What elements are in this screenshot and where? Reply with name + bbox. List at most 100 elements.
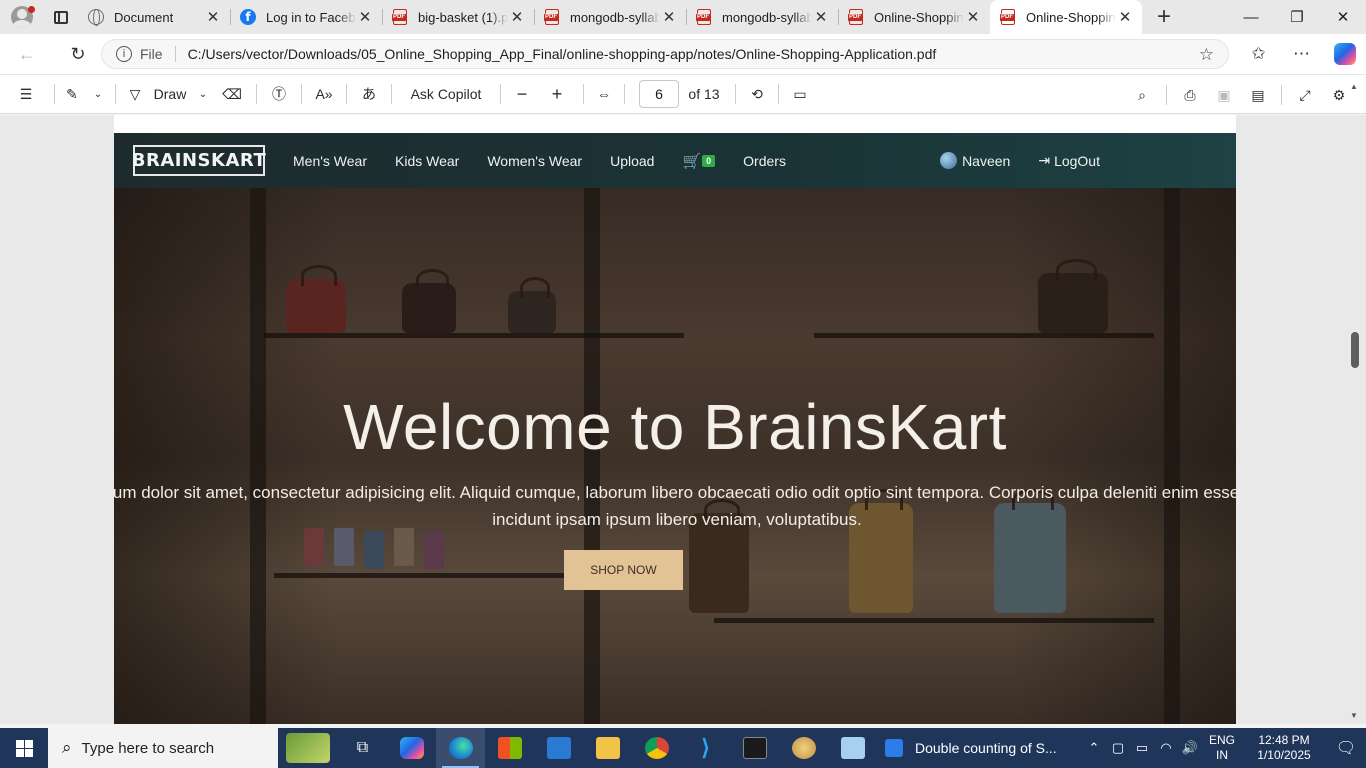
battery-icon[interactable]: ▭: [1130, 740, 1154, 756]
highlight-icon[interactable]: ✎: [57, 74, 87, 114]
print-icon[interactable]: ⎙: [1173, 75, 1207, 115]
tab-online-shopping-active[interactable]: Online-Shopping ✕: [990, 0, 1142, 34]
brand-logo[interactable]: BRAINSKART: [132, 145, 266, 176]
favorite-star-icon[interactable]: ☆: [1199, 45, 1214, 65]
notifications-icon[interactable]: 🗨: [1326, 738, 1366, 758]
page-number-input[interactable]: 6: [639, 80, 679, 108]
refresh-icon[interactable]: ↻: [58, 34, 98, 74]
microsoft-store-icon[interactable]: [485, 728, 534, 768]
chevron-down-icon[interactable]: ⌄: [192, 74, 214, 114]
text-box-icon[interactable]: Ⓣ: [263, 74, 295, 114]
tab-actions-button[interactable]: [44, 0, 78, 34]
logout-link[interactable]: ⇥ LogOut: [1038, 152, 1100, 169]
pdf-scrollbar[interactable]: ▲ ▼: [1349, 80, 1361, 724]
tab-close-icon[interactable]: ✕: [356, 8, 374, 26]
restore-icon[interactable]: ❐: [1274, 0, 1320, 34]
contents-list-icon[interactable]: ☰: [0, 74, 52, 114]
rotate-icon[interactable]: ⟲: [742, 74, 772, 114]
start-button[interactable]: [0, 728, 48, 768]
handbag-image: [508, 277, 556, 333]
tab-close-icon[interactable]: ✕: [660, 8, 678, 26]
clock[interactable]: 12:48 PM 1/10/2025: [1242, 733, 1326, 763]
scrollbar-thumb[interactable]: [1351, 332, 1359, 368]
task-view-icon[interactable]: ⧉: [338, 728, 387, 768]
nav-womens-wear[interactable]: Women's Wear: [487, 153, 582, 169]
close-window-icon[interactable]: ✕: [1320, 0, 1366, 34]
store-shelf: [264, 333, 684, 338]
file-explorer-icon[interactable]: [583, 728, 632, 768]
volume-icon[interactable]: 🔊: [1178, 740, 1202, 756]
user-avatar: [940, 152, 958, 169]
tab-close-icon[interactable]: ✕: [508, 8, 526, 26]
pdf-icon: [1000, 9, 1016, 25]
window-controls: — ❐ ✕: [1228, 0, 1366, 34]
site-navbar: BRAINSKART Men's Wear Kids Wear Women's …: [114, 133, 1236, 188]
scroll-up-icon[interactable]: ▲: [1350, 82, 1358, 91]
windows-logo-icon: [15, 739, 33, 757]
wifi-icon[interactable]: ◠: [1154, 740, 1178, 756]
draw-button[interactable]: Draw: [148, 74, 192, 114]
translate-icon[interactable]: あ: [353, 74, 385, 114]
zoom-out-icon[interactable]: −: [507, 74, 537, 114]
more-menu-icon[interactable]: ⋯: [1280, 34, 1323, 74]
save-as-icon[interactable]: ▤: [1241, 75, 1275, 115]
minimize-icon[interactable]: —: [1228, 0, 1274, 34]
new-tab-button[interactable]: +: [1142, 3, 1186, 31]
pdf-icon: [544, 9, 560, 25]
draw-icon[interactable]: ▽: [122, 74, 148, 114]
tab-close-icon[interactable]: ✕: [964, 8, 982, 26]
tab-close-icon[interactable]: ✕: [1116, 8, 1134, 26]
tab-mongodb-2[interactable]: mongodb-syllabus ✕: [686, 0, 838, 34]
mail-icon[interactable]: [534, 728, 583, 768]
read-aloud-icon[interactable]: A»: [308, 74, 340, 114]
copilot-app-icon[interactable]: [387, 728, 436, 768]
taskbar-running-app[interactable]: Double counting of S...: [877, 728, 1067, 768]
tab-online-shopping-1[interactable]: Online-Shopping ✕: [838, 0, 990, 34]
terminal-icon[interactable]: [730, 728, 779, 768]
nav-upload[interactable]: Upload: [610, 153, 654, 169]
edge-browser-icon[interactable]: [436, 728, 485, 768]
search-highlight-icon[interactable]: [278, 728, 338, 768]
handbag-image: [286, 265, 346, 333]
shop-now-button[interactable]: SHOP NOW: [564, 550, 683, 590]
paint-icon[interactable]: [779, 728, 828, 768]
pdf-icon: [696, 9, 712, 25]
fit-width-icon[interactable]: ⇔: [590, 74, 618, 114]
tab-mongodb-1[interactable]: mongodb-syllabus ✕: [534, 0, 686, 34]
eraser-icon[interactable]: ⌫: [214, 74, 250, 114]
copilot-icon[interactable]: [1323, 34, 1366, 74]
address-bar[interactable]: i File C:/Users/vector/Downloads/05_Onli…: [101, 39, 1229, 69]
page-view-icon[interactable]: ▭: [785, 74, 815, 114]
tab-big-basket[interactable]: big-basket (1).pdf ✕: [382, 0, 534, 34]
tab-document[interactable]: Document ✕: [78, 0, 230, 34]
nav-mens-wear[interactable]: Men's Wear: [293, 153, 367, 169]
back-arrow-icon[interactable]: ←: [7, 34, 47, 74]
user-name[interactable]: Naveen: [962, 153, 1010, 169]
tab-facebook[interactable]: f Log in to Facebook ✕: [230, 0, 382, 34]
chevron-up-icon[interactable]: ⌃: [1082, 740, 1106, 756]
profile-button[interactable]: [0, 0, 44, 34]
nav-kids-wear[interactable]: Kids Wear: [395, 153, 459, 169]
url-text[interactable]: C:/Users/vector/Downloads/05_Online_Shop…: [188, 46, 937, 62]
vscode-icon[interactable]: ⟩: [681, 728, 730, 768]
info-icon[interactable]: i: [116, 46, 132, 62]
language-indicator[interactable]: ENG IN: [1202, 733, 1242, 763]
pdf-viewer[interactable]: BRAINSKART Men's Wear Kids Wear Women's …: [0, 115, 1366, 724]
search-icon[interactable]: ⌕: [1124, 75, 1160, 115]
meet-now-icon[interactable]: ▢: [1106, 740, 1130, 756]
zoom-in-icon[interactable]: +: [537, 74, 577, 114]
pdf-toolbar-right: ⌕ ⎙ ▣ ▤ ⤢ ⚙: [1124, 75, 1356, 115]
notepad-icon[interactable]: [828, 728, 877, 768]
taskbar-search-box[interactable]: ⌕ Type here to search: [48, 728, 278, 768]
ask-copilot-button[interactable]: Ask Copilot: [398, 74, 494, 114]
fullscreen-icon[interactable]: ⤢: [1288, 75, 1322, 115]
tab-close-icon[interactable]: ✕: [812, 8, 830, 26]
tab-close-icon[interactable]: ✕: [204, 8, 222, 26]
favorites-icon[interactable]: ✩: [1237, 34, 1280, 74]
chevron-down-icon[interactable]: ⌄: [87, 74, 109, 114]
nav-orders[interactable]: Orders: [743, 153, 786, 169]
nav-cart[interactable]: 🛒 0: [682, 152, 716, 170]
scroll-down-icon[interactable]: ▼: [1350, 711, 1358, 720]
chrome-icon[interactable]: [632, 728, 681, 768]
save-icon[interactable]: ▣: [1207, 75, 1241, 115]
